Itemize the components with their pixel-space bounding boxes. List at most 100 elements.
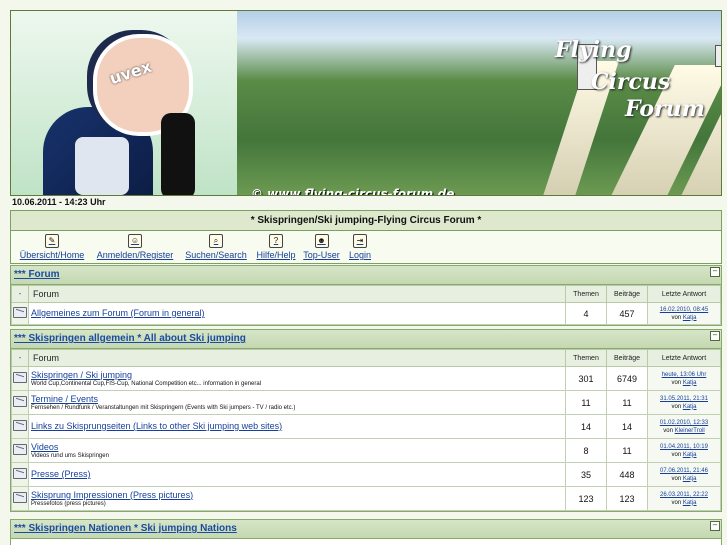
last-reply-user: von Katja bbox=[671, 475, 697, 482]
last-reply-date-link[interactable]: 26.03.2011, 22:22 bbox=[648, 491, 720, 499]
collapse-icon[interactable]: − bbox=[710, 521, 720, 531]
last-reply-cell: heute, 13:06 Uhr von Katja bbox=[647, 366, 721, 391]
last-user-link[interactable]: Katja bbox=[683, 404, 697, 410]
dash-header: - bbox=[11, 349, 29, 367]
posts-count: 11 bbox=[606, 390, 648, 415]
themes-count: 35 bbox=[565, 462, 607, 487]
last-user-link[interactable]: Katja bbox=[683, 315, 697, 321]
last-user-link[interactable]: Katja bbox=[683, 380, 697, 386]
forum-link[interactable]: Allgemeines zum Forum (Forum in general) bbox=[31, 308, 563, 319]
last-user-link[interactable]: KleinerTroll bbox=[675, 428, 705, 434]
table-row: Videos Videos rund ums Skispringen 8 11 0… bbox=[11, 438, 721, 463]
last-reply-date-link[interactable]: 07.06.2011, 21:46 bbox=[648, 467, 720, 475]
nav-home-link[interactable]: ✎ Übersicht/Home bbox=[17, 233, 87, 263]
forum-link[interactable]: Links zu Skisprungseiten (Links to other… bbox=[31, 421, 563, 432]
forum-icon-cell bbox=[11, 414, 29, 439]
last-reply-date-link[interactable]: heute, 13:06 Uhr bbox=[648, 371, 720, 379]
posts-count: 448 bbox=[606, 462, 648, 487]
forum-section: *** Skispringen allgemein * All about Sk… bbox=[10, 329, 722, 512]
nav-help-link[interactable]: ? Hilfe/Help bbox=[252, 233, 300, 263]
themes-count: 123 bbox=[565, 486, 607, 511]
collapse-icon[interactable]: − bbox=[710, 267, 720, 277]
banner-title-line: Circus bbox=[591, 69, 671, 95]
last-reply-user: von Katja bbox=[671, 314, 697, 321]
themes-count: 301 bbox=[565, 366, 607, 391]
forum-icon-cell bbox=[11, 390, 29, 415]
nav-top-user-link[interactable]: ☻ Top-User bbox=[300, 233, 343, 263]
posts-count: 457 bbox=[606, 302, 648, 325]
section-title-link[interactable]: *** Skispringen allgemein * All about Sk… bbox=[14, 333, 246, 344]
last-reply-user: von Katja bbox=[671, 403, 697, 410]
last-reply-cell: 01.02.2010, 12:33 von KleinerTroll bbox=[647, 414, 721, 439]
last-reply-date-link[interactable]: 16.02.2010, 08:45 bbox=[648, 306, 720, 314]
forum-link[interactable]: Videos bbox=[31, 442, 563, 453]
last-reply-cell: 07.06.2011, 21:46 von Katja bbox=[647, 462, 721, 487]
forum-link[interactable]: Skisprung Impressionen (Press pictures) bbox=[31, 490, 563, 501]
forum-link[interactable]: Presse (Press) bbox=[31, 469, 563, 480]
forum-page: uvex Flying Circus Forum © www.flying-ci… bbox=[0, 0, 727, 545]
forum-link[interactable]: Termine / Events bbox=[31, 394, 563, 405]
forum-cell: Skisprung Impressionen (Press pictures) P… bbox=[28, 486, 566, 511]
last-reply-user: von Katja bbox=[671, 451, 697, 458]
forum-header: Forum bbox=[28, 285, 566, 303]
last-reply-date-link[interactable]: 31.05.2011, 21:31 bbox=[648, 395, 720, 403]
forum-description: World Cup,Continental Cup,FIS-Cup, Natio… bbox=[31, 380, 262, 387]
nav-register-link[interactable]: ☺ Anmelden/Register bbox=[92, 233, 178, 263]
folder-icon bbox=[13, 420, 27, 431]
forum-cell: Termine / Events Fernsehen / Rundfunk / … bbox=[28, 390, 566, 415]
forum-icon-cell bbox=[11, 302, 29, 325]
home-icon: ✎ bbox=[45, 234, 59, 248]
forum-link[interactable]: Skispringen / Ski jumping bbox=[31, 370, 563, 381]
last-reply-date-link[interactable]: 01.04.2011, 10:19 bbox=[648, 443, 720, 451]
forum-header-box: * Skispringen/Ski jumping-Flying Circus … bbox=[10, 210, 722, 264]
collapse-icon[interactable]: − bbox=[710, 331, 720, 341]
forum-description: Fernsehen / Rundfunk / Veranstaltungen m… bbox=[31, 404, 296, 411]
last-reply-header: Letzte Antwort bbox=[647, 349, 721, 367]
forum-icon-cell bbox=[11, 366, 29, 391]
table-row: Presse (Press) 35 448 07.06.2011, 21:46 v… bbox=[11, 462, 721, 487]
skier-glove bbox=[161, 113, 195, 195]
forum-icon-cell bbox=[11, 462, 29, 487]
section-title-link[interactable]: *** Skispringen Nationen * Ski jumping N… bbox=[14, 523, 237, 534]
forum-cell: Links zu Skisprungseiten (Links to other… bbox=[28, 414, 566, 439]
skier-suit bbox=[75, 137, 129, 195]
nav-login-link[interactable]: ⇥ Login bbox=[346, 233, 374, 263]
themes-header: Themen bbox=[565, 285, 607, 303]
posts-header: Beiträge bbox=[606, 349, 648, 367]
board-title: * Skispringen/Ski jumping-Flying Circus … bbox=[11, 211, 721, 231]
folder-icon bbox=[13, 468, 27, 479]
themes-header: Themen bbox=[565, 349, 607, 367]
section-title-link[interactable]: *** Forum bbox=[14, 269, 60, 280]
banner-skier-photo: uvex bbox=[11, 11, 237, 195]
section-header: *** Skispringen allgemein * All about Sk… bbox=[11, 330, 721, 349]
forum-cell: Skispringen / Ski jumping World Cup,Cont… bbox=[28, 366, 566, 391]
forum-banner: uvex Flying Circus Forum © www.flying-ci… bbox=[10, 10, 722, 196]
last-reply-user: von Katja bbox=[671, 499, 697, 506]
table-row: Allgemeines zum Forum (Forum in general)… bbox=[11, 302, 721, 325]
themes-count: 14 bbox=[565, 414, 607, 439]
themes-count: 4 bbox=[565, 302, 607, 325]
forum-icon-cell bbox=[11, 486, 29, 511]
table-row: Termine / Events Fernsehen / Rundfunk / … bbox=[11, 390, 721, 415]
dash-header: - bbox=[11, 285, 29, 303]
table-row: Skispringen / Ski jumping World Cup,Cont… bbox=[11, 366, 721, 391]
last-user-link[interactable]: Katja bbox=[683, 500, 697, 506]
ski-jump-tower bbox=[715, 45, 721, 67]
posts-header: Beiträge bbox=[606, 285, 648, 303]
last-reply-user: von Katja bbox=[671, 379, 697, 386]
last-user-link[interactable]: Katja bbox=[683, 452, 697, 458]
forum-cell: Allgemeines zum Forum (Forum in general) bbox=[28, 302, 566, 325]
last-reply-cell: 16.02.2010, 08:45 von Katja bbox=[647, 302, 721, 325]
last-reply-cell: 26.03.2011, 22:22 von Katja bbox=[647, 486, 721, 511]
forum-description: Videos rund ums Skispringen bbox=[31, 452, 109, 459]
folder-icon bbox=[13, 372, 27, 383]
last-reply-date-link[interactable]: 01.02.2010, 12:33 bbox=[648, 419, 720, 427]
folder-icon bbox=[13, 492, 27, 503]
last-user-link[interactable]: Katja bbox=[683, 476, 697, 482]
section-header: *** Skispringen Nationen * Ski jumping N… bbox=[11, 520, 721, 539]
themes-count: 11 bbox=[565, 390, 607, 415]
forum-table: - Forum Themen Beiträge Letzte Antwort S… bbox=[11, 349, 721, 511]
nav-search-link[interactable]: ⌕ Suchen/Search bbox=[183, 233, 249, 263]
help-icon: ? bbox=[269, 234, 283, 248]
banner-title-line: Flying bbox=[555, 37, 632, 63]
